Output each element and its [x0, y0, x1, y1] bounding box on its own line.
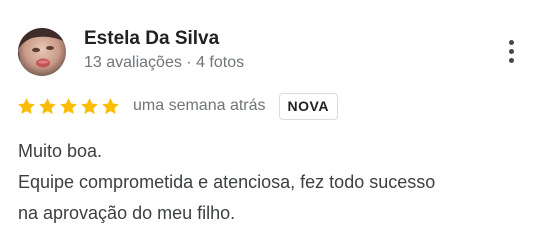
author-stats[interactable]: 13 avaliações · 4 fotos	[84, 54, 244, 72]
review-text-line: Muito boa.	[18, 141, 103, 161]
more-options-button[interactable]	[500, 38, 524, 66]
star-icon	[18, 97, 35, 114]
new-badge: NOVA	[278, 92, 338, 120]
star-icon	[60, 97, 77, 114]
star-rating	[16, 96, 121, 117]
more-vertical-icon	[509, 58, 514, 63]
author-name[interactable]: Estela Da Silva	[84, 28, 219, 50]
more-vertical-icon	[509, 49, 514, 54]
star-icon	[39, 97, 56, 114]
avatar[interactable]	[18, 28, 66, 76]
review-text: Muito boa. Equipe comprometida e atencios…	[18, 136, 543, 229]
rating-row: uma semana atrás NOVA	[16, 91, 338, 121]
review-date: uma semana atrás	[133, 97, 266, 114]
review-card: Estela Da Silva 13 avaliações · 4 fotos …	[0, 0, 556, 246]
more-vertical-icon	[509, 40, 514, 45]
star-icon	[102, 97, 119, 114]
avatar-photo	[18, 28, 66, 76]
review-text-line: Equipe comprometida e atenciosa, fez tod…	[18, 172, 436, 192]
star-icon	[81, 97, 98, 114]
review-text-line: na aprovação do meu filho.	[18, 203, 236, 223]
